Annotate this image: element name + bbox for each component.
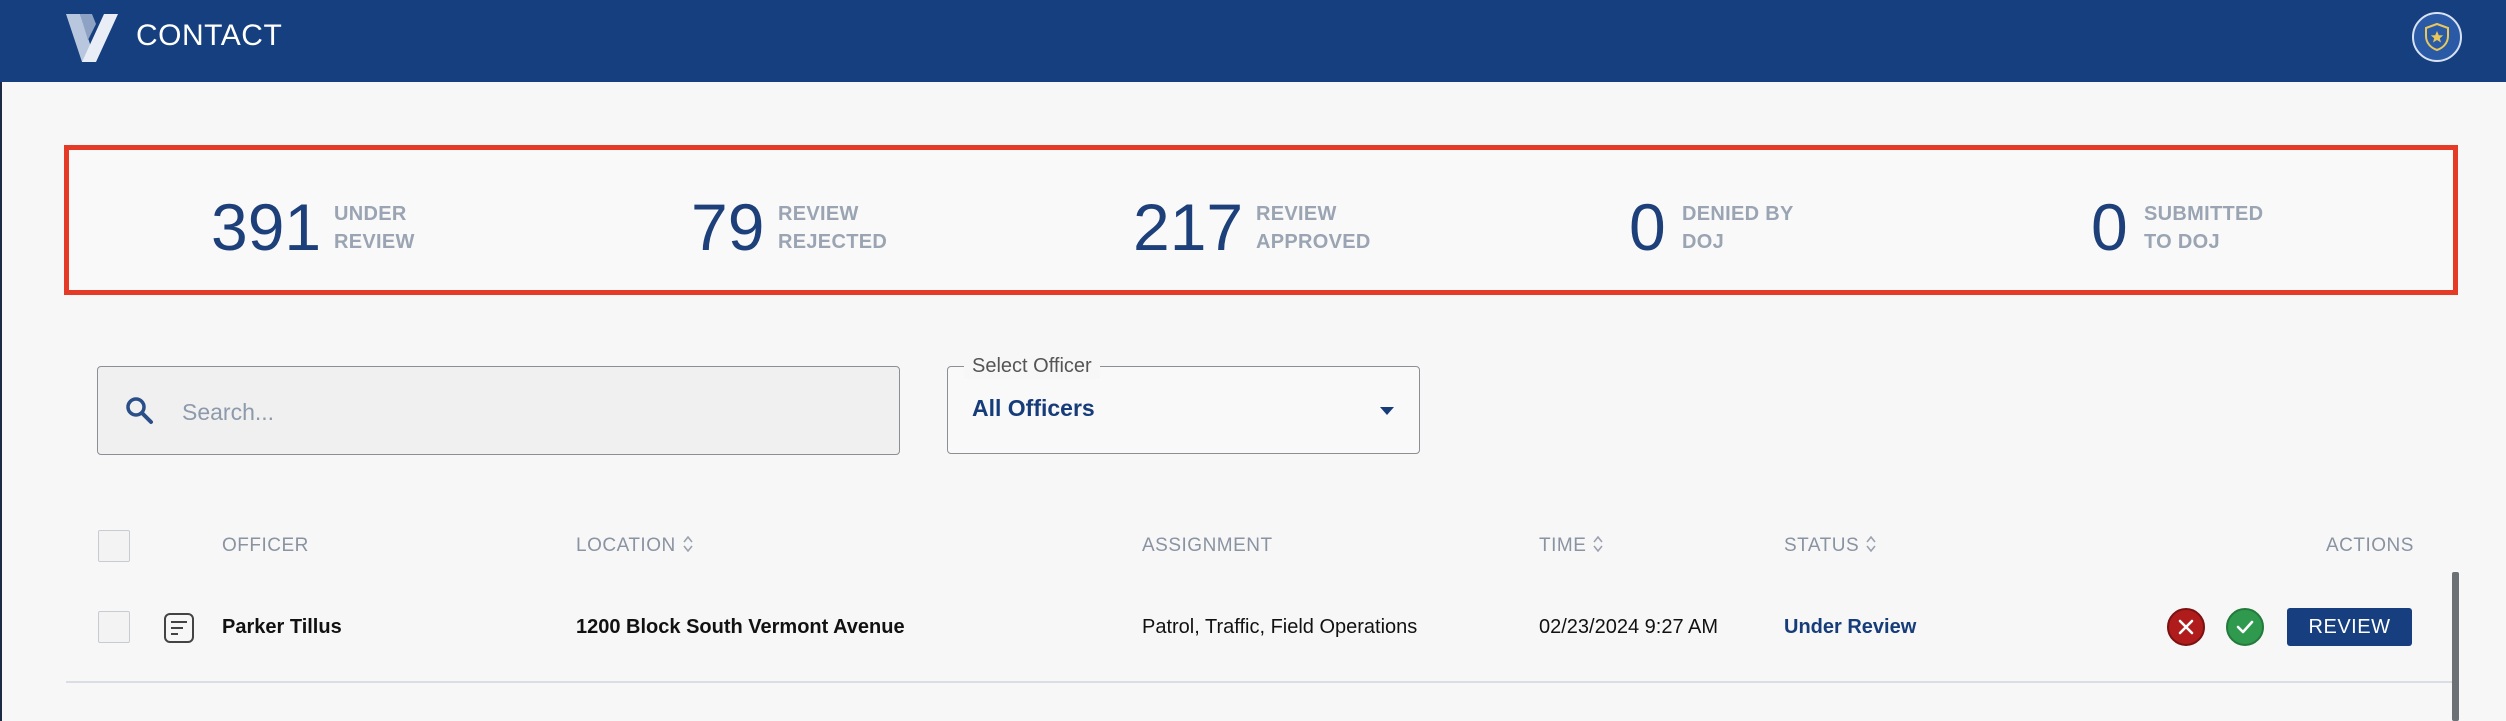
cell-officer: Parker Tillus (222, 616, 342, 638)
stat-label: SUBMITTED TO DOJ (2144, 203, 2264, 253)
v-logo-icon (66, 14, 118, 62)
stat-label: UNDER REVIEW (334, 203, 415, 253)
review-button[interactable]: REVIEW (2287, 608, 2412, 646)
search-icon (126, 397, 153, 424)
officer-select[interactable]: Select Officer All Officers (947, 353, 1420, 454)
search-field[interactable] (97, 366, 900, 455)
sort-icon (683, 535, 693, 553)
shield-star-icon (2425, 22, 2449, 52)
row-divider (66, 681, 2454, 683)
cell-assignment: Patrol, Traffic, Field Operations (1142, 616, 1418, 638)
stat-value: 0 (1629, 190, 1666, 264)
column-header-officer: OFFICER (222, 535, 309, 556)
app-title: CONTACT (136, 19, 283, 52)
column-header-status[interactable]: STATUS (1784, 534, 1877, 558)
sort-icon (1593, 535, 1604, 553)
row-checkbox[interactable] (98, 611, 130, 643)
cell-location: 1200 Block South Vermont Avenue (576, 616, 905, 638)
search-input[interactable] (180, 385, 874, 439)
cell-time: 02/23/2024 9:27 AM (1539, 616, 1719, 638)
reject-button[interactable] (2167, 608, 2205, 646)
caret-down-icon (1380, 407, 1394, 415)
window-edge (0, 0, 2, 721)
status-summary-panel: 391 UNDER REVIEW 79 REVIEW REJECTED 217 RE… (64, 145, 2458, 295)
select-all-checkbox[interactable] (98, 530, 130, 562)
approve-button[interactable] (2226, 608, 2264, 646)
stat-value: 217 (1133, 190, 1244, 264)
cell-status: Under Review (1784, 616, 1917, 638)
column-header-assignment: ASSIGNMENT (1142, 535, 1273, 556)
stat-label: REVIEW APPROVED (1256, 203, 1371, 253)
officer-select-value: All Officers (972, 395, 1095, 421)
stat-value: 0 (2091, 190, 2128, 264)
stat-value: 79 (691, 190, 765, 264)
column-header-time[interactable]: TIME (1539, 534, 1604, 558)
profile-badge-button[interactable] (2412, 12, 2462, 62)
officer-select-label: Select Officer (964, 353, 1100, 379)
column-header-location[interactable]: LOCATION (576, 534, 694, 558)
document-icon[interactable] (162, 611, 196, 645)
sort-icon (1866, 535, 1876, 553)
vertical-scrollbar[interactable] (2452, 572, 2459, 721)
stat-value: 391 (211, 190, 322, 264)
close-icon (2178, 619, 2194, 635)
stat-label: DENIED BY DOJ (1682, 203, 1794, 253)
column-header-actions: ACTIONS (2326, 535, 2414, 556)
app-header: CONTACT (0, 0, 2506, 82)
check-icon (2236, 620, 2254, 634)
stat-label: REVIEW REJECTED (778, 203, 888, 253)
